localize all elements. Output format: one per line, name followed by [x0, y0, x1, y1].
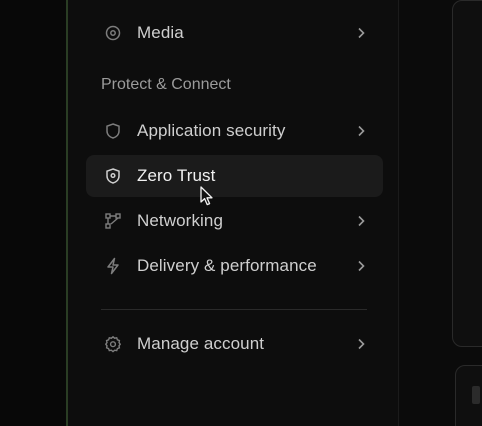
sidebar-item-media[interactable]: Media [86, 12, 383, 54]
sidebar-item-label: Delivery & performance [137, 256, 317, 275]
zero-trust-icon [103, 166, 123, 186]
sidebar-item-manage-account[interactable]: Manage account [86, 323, 383, 365]
section-heading: Protect & Connect [101, 76, 231, 93]
network-icon [103, 211, 123, 231]
sidebar-item-label: Zero Trust [137, 166, 216, 185]
chevron-right-icon [354, 337, 368, 351]
sidebar-item-zero-trust[interactable]: Zero Trust [86, 155, 383, 197]
chevron-right-icon [354, 26, 368, 40]
app-window: Media Protect & Connect Application secu… [0, 0, 482, 426]
sidebar-item-label: Media [137, 23, 184, 42]
sidebar-item-label: Application security [137, 121, 286, 140]
sidebar-item-application-security[interactable]: Application security [86, 110, 383, 152]
sidebar-item-label: Manage account [137, 334, 265, 353]
chevron-right-icon [354, 214, 368, 228]
sidebar-item-networking[interactable]: Networking [86, 200, 383, 242]
section-divider [101, 309, 367, 310]
left-gutter [0, 0, 67, 426]
chevron-right-icon [354, 259, 368, 273]
sidebar-border [398, 0, 399, 426]
bolt-icon [103, 256, 123, 276]
shield-icon [103, 121, 123, 141]
content-panel [452, 0, 482, 347]
sidebar-item-label: Networking [137, 211, 224, 230]
media-icon [103, 23, 123, 43]
sidebar-item-delivery-performance[interactable]: Delivery & performance [86, 245, 383, 287]
gear-icon [103, 334, 123, 354]
panel-handle[interactable] [472, 386, 480, 404]
chevron-right-icon [354, 124, 368, 138]
mouse-cursor-icon [200, 186, 214, 206]
content-panel-secondary [455, 365, 482, 426]
